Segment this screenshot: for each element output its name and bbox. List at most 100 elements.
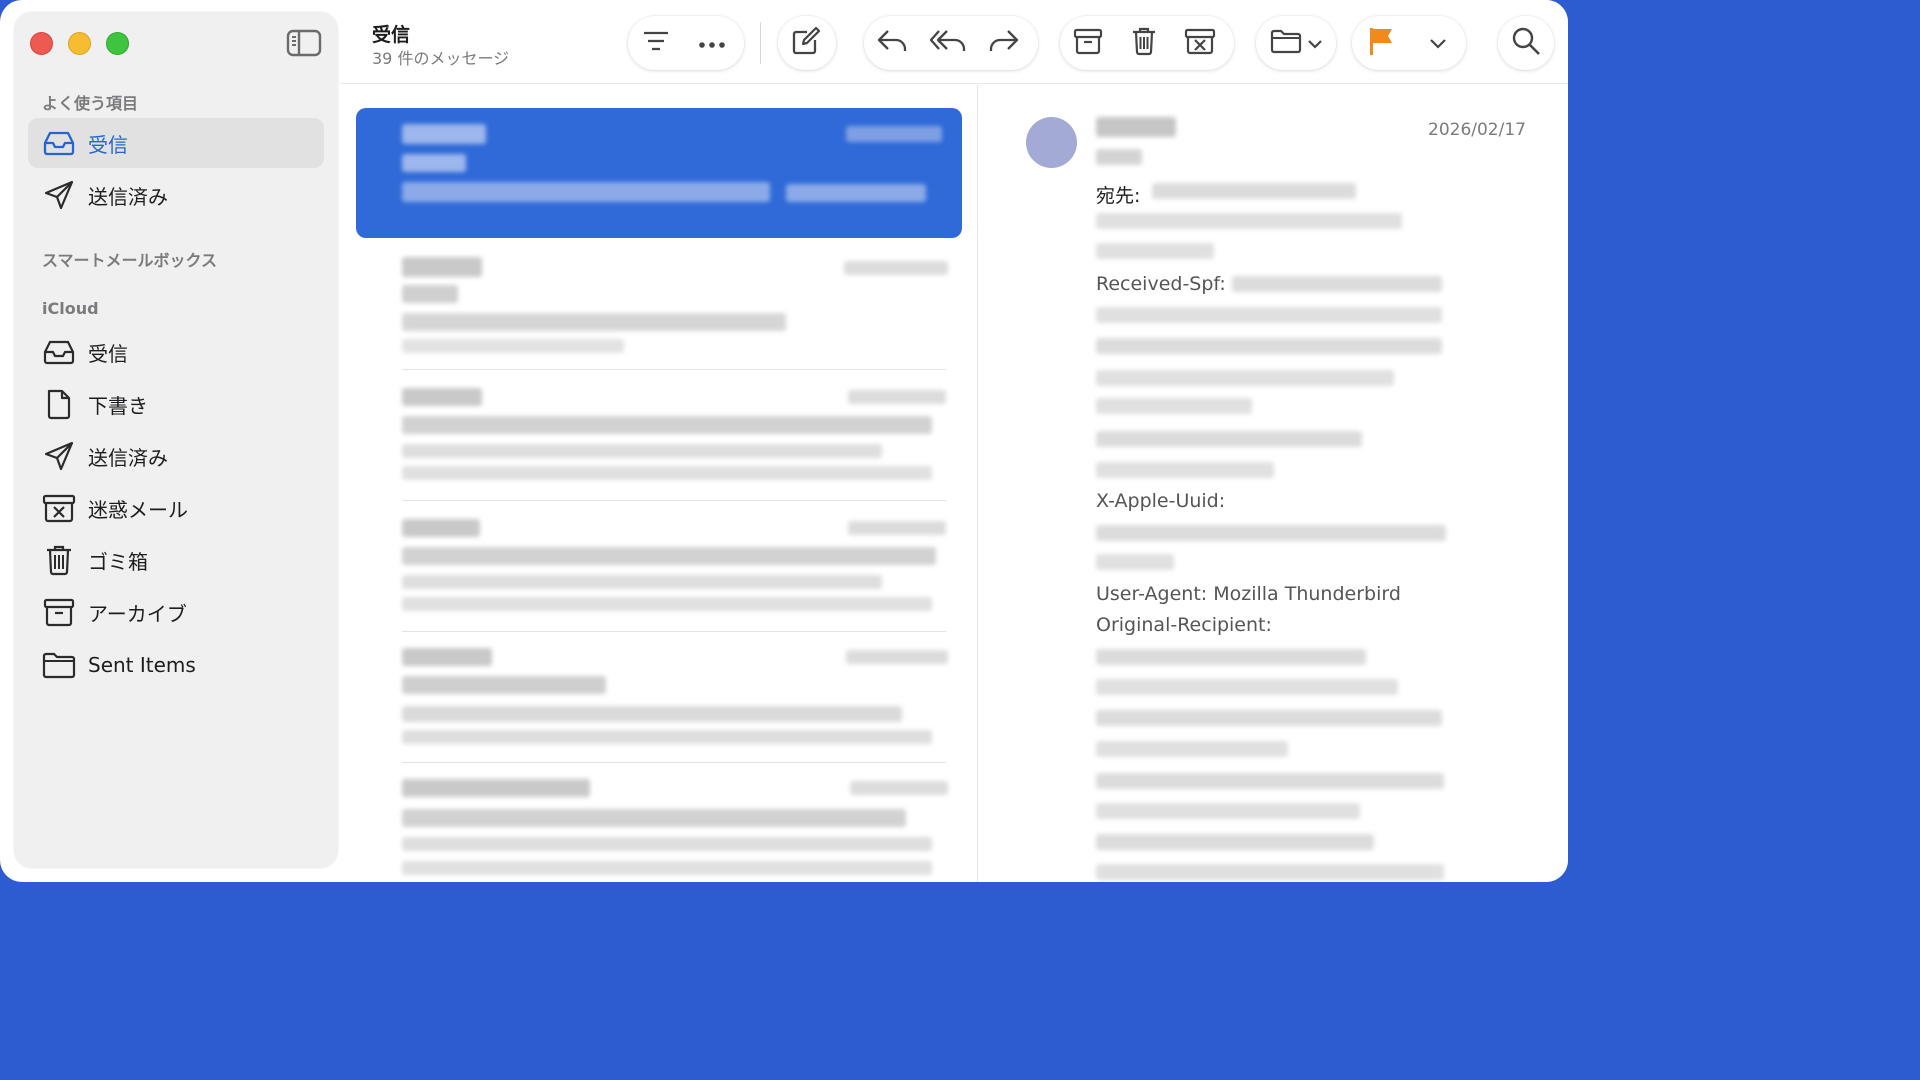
- list-item[interactable]: [356, 632, 962, 763]
- preview-redacted: [402, 313, 786, 331]
- preview-redacted: [402, 706, 902, 722]
- sidebar-item-icloud-archive[interactable]: アーカイブ: [28, 587, 324, 637]
- junk-button[interactable]: [1172, 16, 1228, 70]
- message-list[interactable]: [340, 85, 976, 882]
- document-icon: [42, 389, 76, 420]
- sidebar-item-icloud-sent[interactable]: 送信済み: [28, 431, 324, 481]
- archive-button[interactable]: [1060, 16, 1116, 70]
- minimize-window-button[interactable]: [68, 32, 91, 55]
- header-redacted: [1096, 741, 1288, 757]
- header-redacted: [1096, 213, 1402, 229]
- paper-plane-icon: [42, 441, 76, 471]
- close-window-button[interactable]: [30, 32, 53, 55]
- sidebar-item-icloud-junk[interactable]: 迷惑メール: [28, 483, 324, 533]
- compose-button[interactable]: [778, 16, 834, 70]
- header-redacted: [1096, 338, 1442, 354]
- icloud-section-label[interactable]: iCloud: [42, 299, 99, 318]
- sidebar: よく使う項目 受信 送信済み スマートメールボックス iCloud 受信 下書き…: [14, 12, 338, 868]
- header-redacted: [1096, 462, 1274, 478]
- delete-button[interactable]: [1116, 16, 1172, 70]
- flag-menu-button[interactable]: [1410, 16, 1466, 70]
- header-redacted: [1096, 307, 1442, 323]
- header-redacted: [1096, 710, 1442, 726]
- list-item[interactable]: [356, 108, 962, 238]
- list-item[interactable]: [356, 501, 962, 632]
- move-group: [1256, 16, 1336, 70]
- preview-redacted: [402, 339, 624, 353]
- header-redacted: [1096, 554, 1174, 570]
- paper-plane-icon: [42, 180, 76, 210]
- toolbar: 受信 39 件のメッセージ: [340, 0, 1568, 84]
- more-button[interactable]: [684, 16, 740, 70]
- sidebar-item-favorites-sent[interactable]: 送信済み: [28, 170, 324, 220]
- filter-button[interactable]: [628, 16, 684, 70]
- move-to-folder-button[interactable]: [1256, 16, 1336, 70]
- sidebar-item-icloud-trash[interactable]: ゴミ箱: [28, 535, 324, 585]
- subject-redacted: [402, 154, 466, 172]
- header-redacted: [1232, 276, 1442, 292]
- preview-redacted: [402, 837, 932, 851]
- to-label: 宛先:: [1096, 185, 1141, 207]
- smart-mailboxes-section-label[interactable]: スマートメールボックス: [42, 247, 217, 271]
- date-redacted: [850, 781, 948, 795]
- preview-redacted: [402, 597, 932, 611]
- preview-redacted: [402, 575, 882, 589]
- header-redacted: [1096, 243, 1214, 259]
- x-apple-uuid-label: X-Apple-Uuid:: [1096, 490, 1226, 512]
- filter-icon: [642, 30, 670, 56]
- date-redacted: [846, 126, 942, 142]
- sidebar-toggle-icon[interactable]: [286, 28, 322, 58]
- sidebar-item-icloud-drafts[interactable]: 下書き: [28, 379, 324, 429]
- folder-icon: [42, 650, 76, 680]
- sidebar-item-icloud-sent-items[interactable]: Sent Items: [28, 640, 324, 690]
- message-date: 2026/02/17: [1428, 120, 1526, 140]
- mail-window: よく使う項目 受信 送信済み スマートメールボックス iCloud 受信 下書き…: [0, 0, 1568, 882]
- list-item[interactable]: [356, 370, 962, 501]
- archive-icon: [1073, 27, 1103, 59]
- organize-group: [1060, 16, 1234, 70]
- message-count: 39 件のメッセージ: [372, 49, 510, 68]
- subject-redacted: [402, 676, 606, 694]
- date-redacted: [844, 261, 948, 275]
- zoom-window-button[interactable]: [106, 32, 129, 55]
- header-redacted: [1096, 679, 1398, 695]
- chevron-down-icon: [1430, 34, 1446, 53]
- sidebar-item-favorites-inbox[interactable]: 受信: [28, 118, 324, 168]
- preview-redacted: [402, 547, 936, 565]
- list-item[interactable]: [356, 245, 962, 370]
- sender-redacted: [402, 779, 590, 797]
- reply-all-icon: [929, 28, 967, 58]
- header-redacted: [1096, 773, 1444, 789]
- junk-icon: [1184, 27, 1216, 59]
- sender-redacted: [402, 519, 480, 537]
- header-redacted: [1096, 398, 1252, 414]
- compose-icon: [791, 26, 821, 60]
- window-controls: [30, 32, 129, 55]
- search-button[interactable]: [1498, 16, 1554, 70]
- folder-icon: [1270, 28, 1302, 58]
- reply-button[interactable]: [864, 16, 920, 70]
- reply-group: [864, 16, 1038, 70]
- header-redacted: [1096, 370, 1394, 386]
- sidebar-item-label: アーカイブ: [88, 601, 187, 626]
- sender-redacted: [402, 648, 492, 666]
- received-spf-label: Received-Spf:: [1096, 273, 1226, 295]
- user-agent-header: User-Agent: Mozilla Thunderbird: [1096, 583, 1401, 605]
- preview-redacted: [402, 730, 932, 744]
- sidebar-item-label: 迷惑メール: [88, 497, 188, 522]
- reply-all-button[interactable]: [920, 16, 976, 70]
- flag-group: [1352, 16, 1466, 70]
- list-item[interactable]: [356, 763, 962, 882]
- sidebar-item-label: 受信: [88, 341, 128, 366]
- sidebar-item-icloud-inbox[interactable]: 受信: [28, 327, 324, 377]
- header-redacted: [1096, 834, 1374, 850]
- subject-redacted: [402, 285, 458, 303]
- recipient-redacted: [1152, 183, 1356, 199]
- ellipsis-icon: [698, 34, 726, 53]
- sidebar-item-label: 下書き: [88, 393, 148, 418]
- reply-icon: [876, 28, 908, 58]
- search-icon: [1511, 26, 1541, 60]
- flag-button[interactable]: [1352, 16, 1410, 70]
- inbox-icon: [42, 337, 76, 367]
- forward-button[interactable]: [976, 16, 1032, 70]
